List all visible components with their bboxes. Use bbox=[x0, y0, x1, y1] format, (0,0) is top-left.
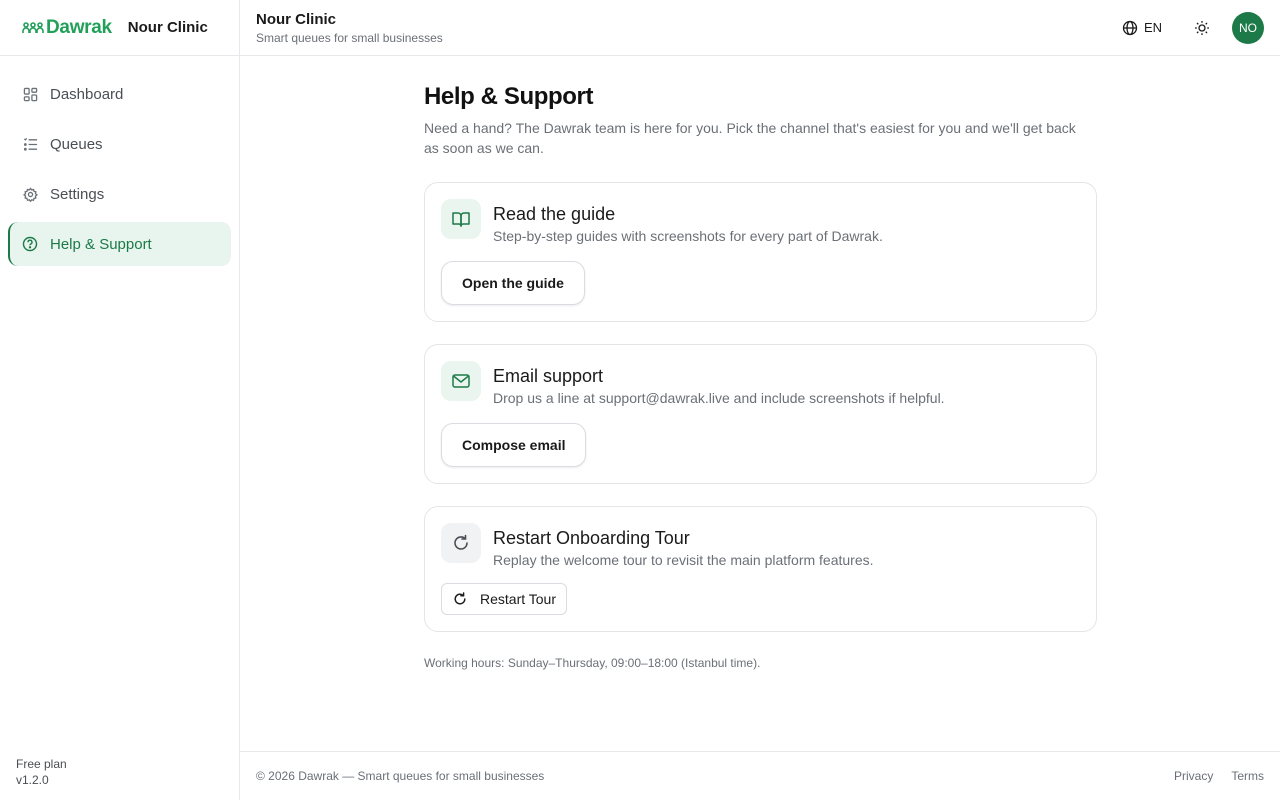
gear-icon bbox=[22, 186, 38, 202]
open-guide-button[interactable]: Open the guide bbox=[441, 261, 585, 305]
sidebar-item-label: Queues bbox=[50, 135, 103, 153]
header-title: Nour Clinic bbox=[256, 10, 337, 28]
brand-bar: Dawrak Nour Clinic bbox=[0, 0, 239, 56]
sidebar-item-dashboard[interactable]: Dashboard bbox=[8, 72, 231, 116]
language-switcher[interactable]: EN bbox=[1122, 20, 1162, 36]
plan-name: Free plan bbox=[16, 757, 67, 771]
terms-link[interactable]: Terms bbox=[1231, 769, 1264, 783]
language-label: EN bbox=[1143, 20, 1162, 35]
sidebar-item-label: Dashboard bbox=[50, 85, 124, 103]
grid-icon bbox=[22, 86, 38, 102]
email-support-card: Email support Drop us a line at support@… bbox=[424, 344, 1097, 484]
sidebar-item-label: Help & Support bbox=[50, 235, 152, 253]
brand-clinic-name: Nour Clinic bbox=[127, 19, 208, 36]
compose-email-button[interactable]: Compose email bbox=[441, 423, 587, 467]
header-subtitle: Smart queues for small businesses bbox=[256, 30, 443, 45]
footer-links: Privacy Terms bbox=[1174, 769, 1264, 783]
logo[interactable]: Dawrak bbox=[22, 17, 112, 39]
plan-info: Free plan v1.2.0 bbox=[16, 756, 67, 788]
restart-tour-button[interactable]: Restart Tour bbox=[441, 583, 567, 615]
restart-tour-label: Restart Tour bbox=[480, 591, 556, 607]
sun-icon bbox=[1195, 20, 1209, 35]
working-hours: Working hours: Sunday–Thursday, 09:00–18… bbox=[424, 656, 761, 670]
mail-icon bbox=[441, 361, 481, 401]
privacy-link[interactable]: Privacy bbox=[1174, 769, 1213, 783]
page-description: Need a hand? The Dawrak team is here for… bbox=[424, 120, 1076, 156]
card-title: Restart Onboarding Tour bbox=[493, 528, 690, 548]
refresh-icon bbox=[452, 591, 468, 607]
sidebar: Dawrak Nour Clinic Dashboard Queues Sett… bbox=[0, 0, 240, 800]
avatar[interactable]: NO bbox=[1232, 11, 1264, 44]
theme-toggle[interactable] bbox=[1192, 18, 1212, 38]
onboarding-tour-card: Restart Onboarding Tour Replay the welco… bbox=[424, 506, 1097, 632]
globe-icon bbox=[1122, 20, 1138, 35]
sidebar-item-queues[interactable]: Queues bbox=[8, 122, 231, 166]
footer: © 2026 Dawrak — Smart queues for small b… bbox=[240, 751, 1280, 800]
card-title: Email support bbox=[493, 366, 604, 386]
logo-text: Dawrak bbox=[46, 16, 112, 38]
app-version: v1.2.0 bbox=[16, 773, 49, 787]
list-icon bbox=[22, 136, 38, 152]
footer-copyright: © 2026 Dawrak — Smart queues for small b… bbox=[256, 769, 545, 783]
sidebar-item-settings[interactable]: Settings bbox=[8, 172, 231, 216]
sidebar-nav: Dashboard Queues Settings Help & Support bbox=[0, 56, 239, 266]
book-icon bbox=[441, 199, 481, 239]
refresh-icon bbox=[441, 523, 481, 563]
card-title: Read the guide bbox=[493, 204, 616, 224]
main-content: Help & Support Need a hand? The Dawrak t… bbox=[240, 56, 1280, 751]
header-titles: Nour Clinic Smart queues for small busin… bbox=[256, 10, 443, 46]
page-title: Help & Support bbox=[424, 83, 594, 110]
help-circle-icon bbox=[22, 236, 38, 252]
card-description: Drop us a line at support@dawrak.live an… bbox=[493, 390, 945, 406]
sidebar-item-help-support[interactable]: Help & Support bbox=[8, 222, 231, 266]
card-description: Step-by-step guides with screenshots for… bbox=[493, 228, 883, 244]
guide-card: Read the guide Step-by-step guides with … bbox=[424, 182, 1097, 322]
logo-people-icon bbox=[22, 21, 44, 33]
top-header: Nour Clinic Smart queues for small busin… bbox=[240, 0, 1280, 56]
sidebar-item-label: Settings bbox=[50, 185, 105, 203]
header-actions: EN NO bbox=[1122, 11, 1264, 44]
help-content: Help & Support Need a hand? The Dawrak t… bbox=[424, 82, 1097, 670]
card-description: Replay the welcome tour to revisit the m… bbox=[493, 552, 874, 568]
